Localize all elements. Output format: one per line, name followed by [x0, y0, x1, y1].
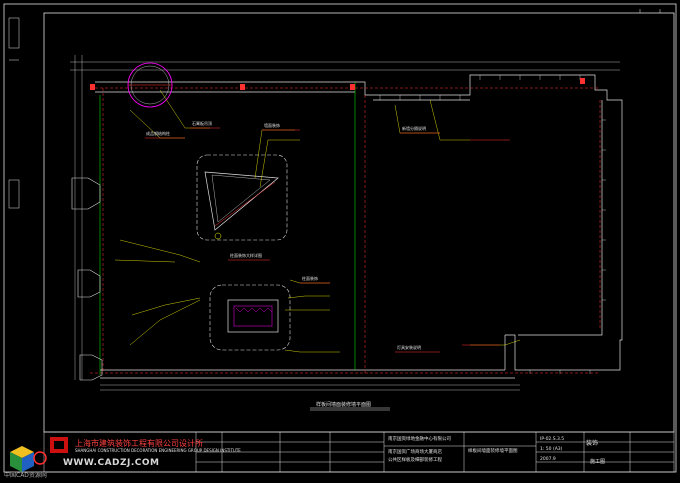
callout-label: 新墙分隔说明	[402, 126, 426, 131]
sheet-number: 装饰	[586, 440, 599, 447]
sheet-title: 样板间墙面装修墙平面图	[468, 449, 518, 454]
floor-plan-walls	[95, 74, 623, 379]
design-phase: 施工图	[590, 459, 606, 465]
left-fixtures	[71, 177, 103, 381]
wall-texture	[379, 75, 606, 374]
plan-title: 样板间墙面装修墙平面图	[316, 402, 372, 408]
top-right-marks	[639, 9, 661, 13]
column-detail-lower	[209, 284, 291, 351]
drawing-scale: 1: 50 (A3)	[540, 447, 563, 452]
leader-lines	[114, 89, 521, 353]
client-name: 南京国资绿地金融中心有限公司	[388, 437, 451, 442]
drawing-frame	[43, 12, 675, 433]
drawing-number: IP-02.S.3.5	[540, 437, 565, 442]
axis-grid-green	[99, 82, 356, 375]
callout-label: 柱面装饰	[302, 276, 318, 281]
project-name: 南京国资广场商场大厦商店	[388, 450, 442, 455]
left-margin-marks	[8, 17, 20, 209]
plan-title-underline	[310, 407, 390, 411]
dimension-lines	[70, 55, 620, 391]
cad-drawing-canvas	[3, 3, 677, 473]
callout-label: 石膏板吊顶	[192, 121, 212, 126]
callout-label: 灯具安装说明	[397, 345, 421, 350]
watermark-cn: 中国CAD资源网	[4, 472, 47, 479]
company-logo-icon	[50, 437, 68, 453]
column-detail-upper	[196, 154, 288, 241]
watermark-site: WWW.CADZJ.COM	[63, 458, 160, 468]
callout-underlines	[145, 127, 510, 353]
watermark-cube-icon	[10, 446, 47, 472]
drawing-date: 2007.9	[540, 457, 556, 462]
callout-label: 墙面装饰	[264, 123, 280, 128]
callout-label: 成品钢结构柱	[146, 131, 170, 136]
round-column	[127, 62, 173, 108]
project-name-2: 公共区样板及细部装修工程	[388, 458, 442, 463]
company-name-en: SHANGHAI CONSTRUCTION DECORATION ENGINEE…	[75, 448, 241, 453]
callout-label: 柱面装饰大样详图	[230, 253, 262, 258]
